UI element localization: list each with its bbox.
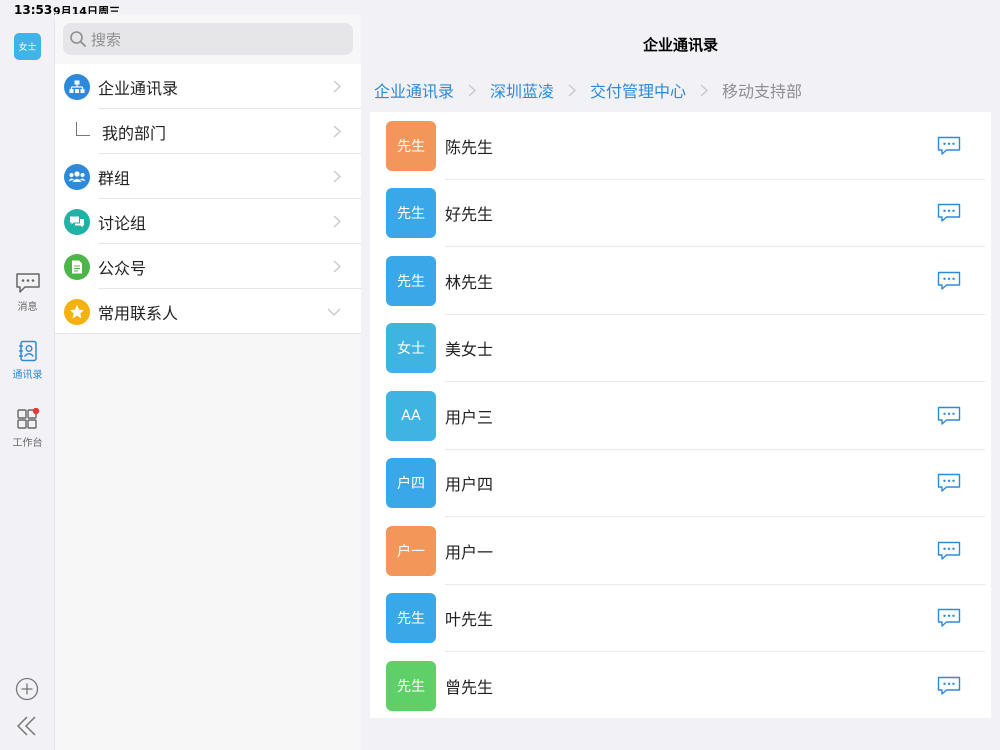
menu-item-label: 公众号 <box>98 258 147 278</box>
contact-name: 用户四 <box>445 475 494 495</box>
chat-bubble-icon <box>937 541 961 560</box>
apps-grid-icon <box>16 408 39 429</box>
group-icon <box>64 163 90 190</box>
rail-item-label: 通讯录 <box>12 370 43 381</box>
status-time: 13:53 <box>14 3 53 17</box>
contact-avatar: 户一 <box>386 525 436 576</box>
contact-name: 用户一 <box>445 542 494 562</box>
message-button[interactable] <box>936 202 962 224</box>
chat-bubble-icon <box>937 406 961 425</box>
document-icon <box>64 253 90 280</box>
contact-name: 林先生 <box>445 272 494 292</box>
rail-item-contacts[interactable]: 通讯录 <box>0 340 55 381</box>
contact-list: 先生 陈先生 先生 好先生 先生 林先生 女士 美女士 AA 用户三 户四 用户四 户一 用户一 先生 叶先生… <box>370 112 991 718</box>
menu-item-frequent-contacts[interactable]: 常用联系人 <box>55 289 361 334</box>
contact-row[interactable]: 户一 用户一 <box>370 517 991 585</box>
nav-rail: 女士 消息 通讯录 工作台 <box>0 20 55 750</box>
message-button[interactable] <box>936 540 962 562</box>
message-button[interactable] <box>936 270 962 292</box>
breadcrumb: 企业通讯录 深圳蓝凌 交付管理中心 移动支持部 <box>374 78 802 102</box>
chevron-right-icon <box>333 125 341 138</box>
contacts-book-icon <box>18 340 37 362</box>
chat-bubble-icon <box>937 609 961 627</box>
menu-item-label: 常用联系人 <box>98 303 179 323</box>
contact-avatar: 先生 <box>386 120 436 171</box>
menu-item-my-department[interactable]: 我的部门 <box>55 109 361 154</box>
rail-item-label: 工作台 <box>12 438 43 449</box>
chat-bubble-icon <box>937 204 961 222</box>
breadcrumb-item[interactable]: 交付管理中心 <box>590 78 686 102</box>
discussion-icon <box>64 208 90 235</box>
chevron-down-icon <box>327 308 341 316</box>
contact-name: 叶先生 <box>445 610 494 630</box>
contact-avatar: 先生 <box>386 188 436 239</box>
contact-avatar: 先生 <box>386 660 436 711</box>
menu-item-label: 我的部门 <box>102 123 167 143</box>
chevron-right-icon <box>333 80 341 93</box>
contact-avatar: 先生 <box>386 255 436 306</box>
rail-item-messages[interactable]: 消息 <box>0 272 55 313</box>
contact-row[interactable]: AA 用户三 <box>370 382 991 450</box>
notification-dot <box>32 408 39 415</box>
contact-row[interactable]: 女士 美女士 <box>370 315 991 383</box>
rail-item-workbench[interactable]: 工作台 <box>0 408 55 449</box>
message-button[interactable] <box>936 472 962 494</box>
rail-item-label: 消息 <box>17 302 38 313</box>
message-button[interactable] <box>936 675 962 697</box>
contact-name: 陈先生 <box>445 137 494 157</box>
breadcrumb-chevron-icon <box>468 84 476 96</box>
contact-avatar: 女士 <box>386 323 436 374</box>
breadcrumb-chevron-icon <box>700 84 709 96</box>
search-icon <box>70 31 86 47</box>
message-button[interactable] <box>936 405 962 427</box>
star-icon <box>64 298 90 325</box>
menu-item-label: 讨论组 <box>98 213 147 233</box>
user-avatar[interactable]: 女士 <box>14 33 41 60</box>
contact-row[interactable]: 先生 林先生 <box>370 247 991 315</box>
chat-bubble-icon <box>937 676 961 695</box>
contact-avatar: AA <box>386 390 436 441</box>
chat-bubble-icon <box>937 474 961 492</box>
chevron-right-icon <box>333 260 341 273</box>
directory-menu: 企业通讯录 我的部门 群组 讨论组 公众号 常用联系人 <box>55 64 361 334</box>
menu-item-discussion-groups[interactable]: 讨论组 <box>55 199 361 244</box>
page-title: 企业通讯录 <box>642 36 718 54</box>
sub-branch-icon <box>76 121 90 136</box>
contact-row[interactable]: 先生 好先生 <box>370 180 991 248</box>
message-button[interactable] <box>936 135 962 157</box>
org-chart-icon <box>64 73 90 100</box>
menu-item-enterprise-directory[interactable]: 企业通讯录 <box>55 64 361 109</box>
chevron-right-icon <box>333 215 341 228</box>
breadcrumb-current: 移动支持部 <box>722 82 803 101</box>
collapse-double-chevron-icon[interactable] <box>15 714 39 738</box>
add-circle-icon[interactable] <box>15 677 39 701</box>
menu-item-label: 企业通讯录 <box>98 78 179 98</box>
menu-item-label: 群组 <box>98 168 131 188</box>
directory-panel: 搜索 企业通讯录 我的部门 群组 讨论组 公众号 常用联系人 <box>55 14 361 750</box>
breadcrumb-item[interactable]: 企业通讯录 <box>374 78 454 102</box>
breadcrumb-chevron-icon <box>568 84 576 96</box>
chat-bubble-icon <box>937 271 961 290</box>
contact-name: 好先生 <box>445 205 494 225</box>
contacts-panel: 企业通讯录 企业通讯录 深圳蓝凌 交付管理中心 移动支持部 先生 陈先生 先生 好先生… <box>361 0 1000 750</box>
menu-item-groups[interactable]: 群组 <box>55 154 361 199</box>
contact-row[interactable]: 户四 用户四 <box>370 450 991 518</box>
contact-avatar: 先生 <box>386 593 436 644</box>
contact-row[interactable]: 先生 曾先生 <box>370 652 991 720</box>
search-placeholder: 搜索 <box>91 30 122 49</box>
breadcrumb-item[interactable]: 深圳蓝凌 <box>490 78 554 102</box>
contact-row[interactable]: 先生 陈先生 <box>370 112 991 180</box>
search-input[interactable]: 搜索 <box>63 23 353 55</box>
message-button[interactable] <box>936 607 962 629</box>
contact-name: 美女士 <box>445 340 494 360</box>
contact-name: 曾先生 <box>445 677 494 697</box>
menu-item-official-accounts[interactable]: 公众号 <box>55 244 361 289</box>
contact-row[interactable]: 先生 叶先生 <box>370 585 991 653</box>
chat-bubble-icon <box>15 273 40 293</box>
contact-avatar: 户四 <box>386 458 436 509</box>
chevron-right-icon <box>333 170 341 183</box>
contact-name: 用户三 <box>445 407 494 427</box>
chat-bubble-icon <box>937 136 961 155</box>
